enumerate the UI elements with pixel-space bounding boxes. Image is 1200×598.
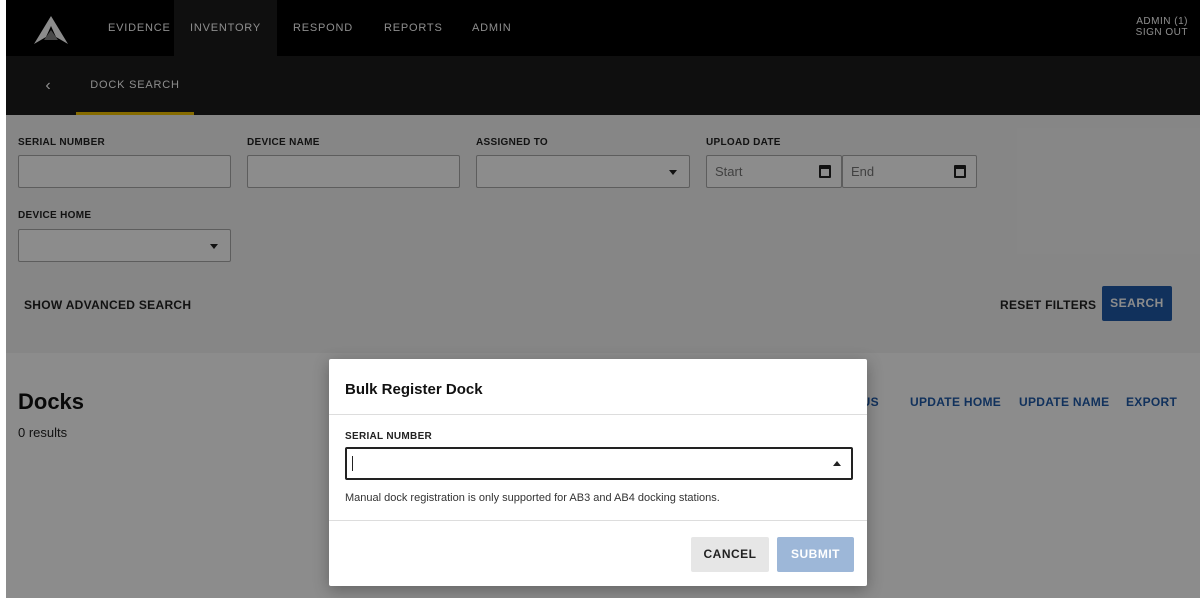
dialog-title: Bulk Register Dock xyxy=(345,381,483,398)
dialog-footer-divider xyxy=(329,520,867,521)
app-frame: EVIDENCE INVENTORY RESPOND REPORTS ADMIN… xyxy=(6,0,1200,598)
dialog-serial-number-label: SERIAL NUMBER xyxy=(345,431,433,442)
text-cursor xyxy=(352,456,353,471)
bulk-register-dock-dialog: Bulk Register Dock SERIAL NUMBER Manual … xyxy=(329,359,867,586)
dialog-help-text: Manual dock registration is only support… xyxy=(345,492,720,504)
cancel-button[interactable]: CANCEL xyxy=(691,537,769,572)
dialog-divider xyxy=(329,414,867,415)
caret-up-icon[interactable] xyxy=(833,461,841,466)
dialog-serial-number-input[interactable] xyxy=(345,447,853,480)
submit-button[interactable]: SUBMIT xyxy=(777,537,854,572)
